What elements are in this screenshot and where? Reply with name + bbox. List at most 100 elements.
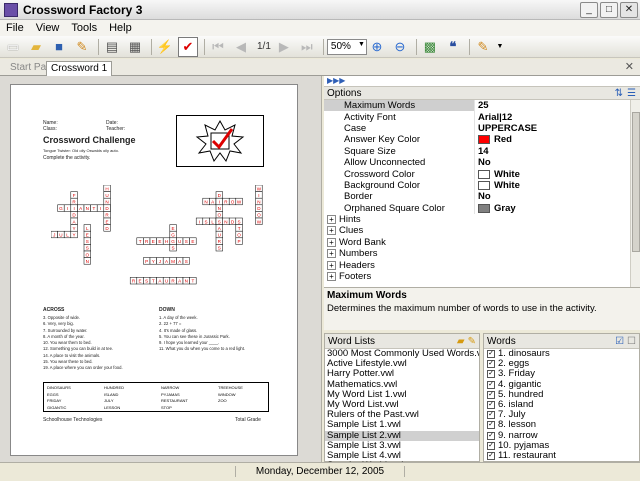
categorize-icon[interactable]: ☰ (627, 88, 636, 99)
property-group[interactable]: + Word Bank (324, 237, 640, 248)
word-list-item[interactable]: Active Lifestyle.vwl (325, 359, 479, 369)
checkbox[interactable]: ✓ (487, 380, 495, 389)
pencil-icon[interactable]: ✎ (72, 37, 92, 57)
answer-letter: I (258, 193, 259, 198)
property-group[interactable]: + Clues (324, 225, 640, 236)
property-row[interactable]: Case UPPERCASE (324, 122, 640, 135)
expand-arrows-icon[interactable]: ▶▶▶ (324, 76, 640, 86)
checkbox[interactable]: ✓ (487, 441, 495, 450)
word-item[interactable]: ✓ 11. restaurant (484, 450, 639, 461)
property-row[interactable]: Border No (324, 191, 640, 203)
expand-icon[interactable]: + (327, 260, 336, 270)
checkbox[interactable]: ✓ (487, 401, 495, 410)
property-value[interactable]: 25 (474, 100, 624, 112)
property-row[interactable]: Answer Key Color Red (324, 134, 640, 146)
property-value[interactable]: No (474, 191, 624, 203)
expand-icon[interactable]: + (327, 249, 336, 259)
check-all-icon[interactable]: ☑ (615, 336, 624, 347)
word-list-item[interactable]: Sample List 4.vwl (325, 451, 479, 461)
property-value[interactable]: 14 (474, 145, 624, 157)
word-list-item[interactable]: Mathematics.vwl (325, 380, 479, 390)
open-list-icon[interactable]: ▰ (457, 336, 465, 347)
word-list-item[interactable]: Sample List 1.vwl (325, 420, 479, 430)
property-value[interactable]: White (474, 168, 624, 180)
prev-page-icon[interactable]: ◀ (231, 37, 251, 57)
word-list-item[interactable]: Sample List 2.vwl (325, 430, 479, 441)
sort-icon[interactable]: ⇅ (615, 88, 623, 99)
word-list-item[interactable]: Sample List 3.vwl (325, 441, 479, 451)
property-group[interactable]: + Hints (324, 214, 640, 225)
checkbox[interactable]: ✓ (487, 350, 495, 359)
checkbox[interactable]: ✓ (487, 451, 495, 460)
menu-view[interactable]: View (30, 22, 66, 34)
property-row[interactable]: Crossword Color White (324, 168, 640, 180)
zoom-out-icon[interactable]: ⊖ (390, 37, 410, 57)
options-scrollbar[interactable] (630, 100, 640, 288)
property-row[interactable]: Maximum Words 25 (324, 100, 640, 112)
word-list-item[interactable]: Harry Potter.vwl (325, 369, 479, 379)
bank-word: HUNDRED (104, 385, 124, 390)
tab-crossword-1[interactable]: Crossword 1 (46, 61, 113, 76)
word-list-item[interactable]: 3000 Most Commonly Used Words.vwl (325, 349, 479, 359)
options-header: Options ⇅ ☰ (324, 86, 640, 100)
property-row[interactable]: Activity Font Arial|12 (324, 111, 640, 123)
property-row[interactable]: Square Size 14 (324, 145, 640, 157)
page-setup-icon[interactable]: ▤ (102, 37, 122, 57)
open-folder-icon[interactable]: ▰ (26, 37, 46, 57)
words-header: Words ☑ ☐ (484, 334, 639, 349)
new-icon[interactable]: ▭ (3, 37, 23, 57)
menu-help[interactable]: Help (103, 22, 138, 34)
property-row[interactable]: Allow Unconnected No (324, 156, 640, 169)
scroll-thumb[interactable] (632, 112, 640, 252)
checkbox[interactable]: ✓ (487, 360, 495, 369)
property-group[interactable]: + Numbers (324, 248, 640, 259)
next-page-icon[interactable]: ▶ (274, 37, 294, 57)
puzzle-title: Crossword Challenge (43, 135, 136, 145)
answer-letter: O (237, 233, 241, 238)
property-row[interactable]: Background Color White (324, 179, 640, 192)
property-group[interactable]: + Headers (324, 259, 640, 271)
expand-icon[interactable]: + (327, 226, 336, 236)
menu-tools[interactable]: Tools (65, 22, 103, 34)
menu-file[interactable]: File (0, 22, 30, 34)
answer-key-icon[interactable]: ✔ (178, 36, 198, 57)
checkbox[interactable]: ✓ (487, 421, 495, 430)
expand-icon[interactable]: + (327, 215, 336, 225)
edit-icon[interactable]: ✎ (473, 37, 493, 57)
expand-icon[interactable]: + (327, 237, 336, 247)
edit-list-icon[interactable]: ✎ (468, 336, 476, 347)
property-row[interactable]: Orphaned Square Color Gray (324, 202, 640, 214)
property-value[interactable]: Red (474, 134, 624, 146)
checkbox[interactable]: ✓ (487, 370, 495, 379)
close-button[interactable]: ✕ (620, 1, 638, 18)
first-page-icon[interactable]: ⏮ (208, 37, 228, 57)
property-value[interactable]: UPPERCASE (474, 122, 624, 135)
word-item[interactable]: ✓ 8. lesson (484, 420, 639, 430)
property-group[interactable]: + Footers (324, 271, 640, 282)
image-icon[interactable]: ▩ (420, 37, 440, 57)
last-page-icon[interactable]: ⏭ (297, 37, 317, 57)
print-icon[interactable]: ▦ (125, 37, 145, 57)
quote-icon[interactable]: ❝ (443, 37, 463, 57)
expand-icon[interactable]: + (327, 272, 336, 282)
zoom-select[interactable]: 50% ▼ (326, 38, 367, 55)
minimize-button[interactable]: _ (580, 1, 598, 18)
dropdown-icon[interactable]: ▼ (496, 37, 504, 57)
checkbox[interactable]: ✓ (487, 411, 495, 420)
checkbox[interactable]: ✓ (487, 431, 495, 440)
zoom-in-icon[interactable]: ⊕ (367, 37, 387, 57)
maximize-button[interactable]: □ (600, 1, 618, 18)
word-list-item[interactable]: My Word List 1.vwl (325, 390, 479, 400)
class-label: Class: (43, 126, 57, 132)
property-value[interactable]: Gray (474, 202, 624, 214)
property-value[interactable]: No (474, 156, 624, 169)
save-icon[interactable]: ■ (49, 37, 69, 57)
property-value[interactable]: Arial|12 (474, 111, 624, 123)
lightning-icon[interactable]: ⚡ (155, 37, 175, 57)
close-tab-icon[interactable]: ✕ (625, 60, 634, 73)
uncheck-all-icon[interactable]: ☐ (627, 336, 636, 347)
word-list-item[interactable]: My Word List.vwl (325, 400, 479, 410)
property-value[interactable]: White (474, 179, 624, 192)
word-list-item[interactable]: Rulers of the Past.vwl (325, 410, 479, 420)
checkbox[interactable]: ✓ (487, 390, 495, 399)
